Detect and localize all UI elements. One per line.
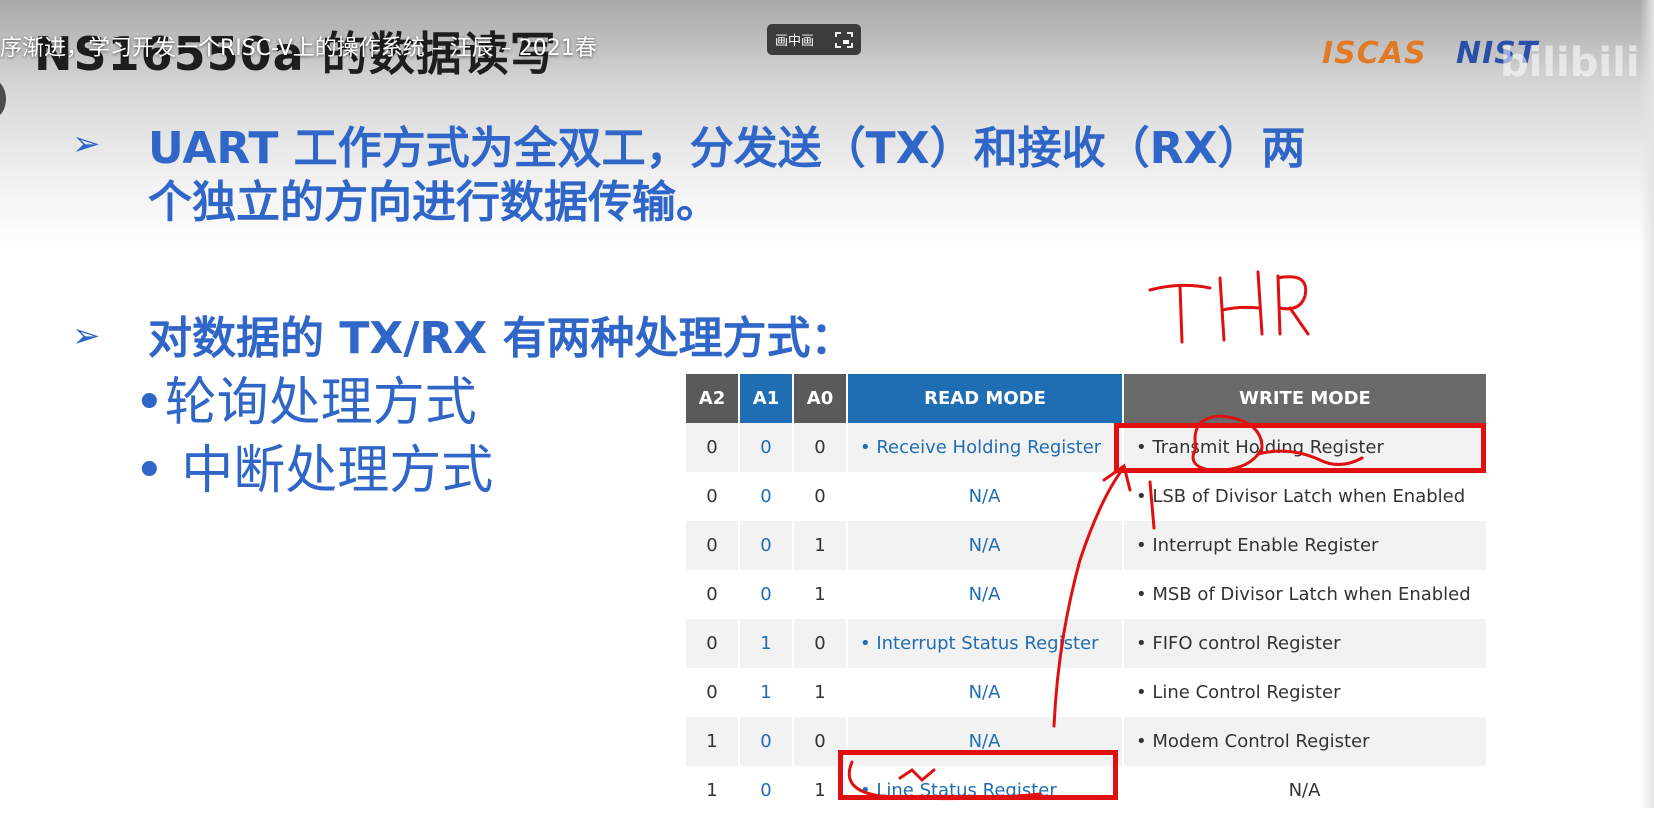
pip-label: 画中画: [775, 34, 815, 49]
cell-write: • LSB of Divisor Latch when Enabled: [1123, 472, 1488, 521]
lsr-highlight-box: [838, 750, 1118, 800]
cell-a1: 0: [739, 423, 794, 472]
sub-bullet-polling: •轮询处理方式: [134, 373, 477, 433]
slide-right-edge: [1640, 0, 1654, 808]
bullet-arrow-icon: ➢: [72, 316, 101, 356]
cell-read: N/A: [847, 570, 1124, 619]
sub-bullet-interrupt: • 中断处理方式: [134, 441, 494, 501]
handwritten-thr-annotation: [1148, 270, 1310, 344]
cell-a1: 1: [739, 668, 794, 717]
cell-read: N/A: [847, 668, 1124, 717]
cell-a0: 0: [793, 472, 848, 521]
cell-a2: 0: [686, 619, 740, 668]
cell-a2: 1: [686, 717, 740, 766]
bullet-uart-line2: 个独立的方向进行数据传输。: [148, 177, 720, 228]
table-row: 0 0 1 N/A • MSB of Divisor Latch when En…: [686, 570, 1488, 619]
cell-write: • Line Control Register: [1123, 668, 1488, 717]
cell-write: • MSB of Divisor Latch when Enabled: [1123, 570, 1488, 619]
cell-read: N/A: [847, 521, 1124, 570]
table-row: 0 1 0 • Interrupt Status Register • FIFO…: [686, 619, 1488, 668]
table-header-row: A2 A1 A0 READ MODE WRITE MODE: [686, 374, 1488, 423]
cell-a0: 1: [793, 668, 848, 717]
pip-icon: [835, 31, 853, 48]
cell-read: N/A: [847, 472, 1124, 521]
cell-a0: 1: [793, 521, 848, 570]
picture-in-picture-button[interactable]: 画中画: [767, 24, 861, 55]
bullet-uart-line1: UART 工作方式为全双工，分发送（TX）和接收（RX）两: [148, 123, 1306, 174]
cell-read: • Receive Holding Register: [847, 423, 1124, 472]
table-row: 0 0 0 N/A • LSB of Divisor Latch when En…: [686, 472, 1488, 521]
cell-a1: 0: [739, 472, 794, 521]
table-row: 0 1 1 N/A • Line Control Register: [686, 668, 1488, 717]
cell-write: • FIFO control Register: [1123, 619, 1488, 668]
cell-write: • Modem Control Register: [1123, 717, 1488, 766]
bilibili-watermark: bilibili: [1500, 40, 1640, 86]
header-write-mode: WRITE MODE: [1123, 374, 1488, 423]
thr-highlight-box: [1114, 423, 1486, 473]
cell-read: • Interrupt Status Register: [847, 619, 1124, 668]
cell-a1: 0: [739, 717, 794, 766]
cell-write: • Interrupt Enable Register: [1123, 521, 1488, 570]
header-read-mode: READ MODE: [847, 374, 1124, 423]
cell-a2: 0: [686, 423, 740, 472]
cell-a1: 1: [739, 619, 794, 668]
bullet-txrx-modes: 对数据的 TX/RX 有两种处理方式：: [148, 313, 855, 364]
cell-a0: 0: [793, 423, 848, 472]
cell-a0: 1: [793, 570, 848, 619]
iscas-logo: ISCAS: [1322, 36, 1427, 71]
header-a0: A0: [793, 374, 848, 423]
cell-a1: 0: [739, 570, 794, 619]
bullet-arrow-icon: ➢: [72, 124, 101, 164]
table-row: 0 0 1 N/A • Interrupt Enable Register: [686, 521, 1488, 570]
header-a2: A2: [686, 374, 740, 423]
cell-a2: 0: [686, 668, 740, 717]
cell-a2: 0: [686, 472, 740, 521]
cell-a2: 0: [686, 521, 740, 570]
header-a1: A1: [739, 374, 794, 423]
video-overlay-title: 序渐进，学习开发一个RISC-V上的操作系统 – 汪辰 – 2021春: [0, 36, 597, 61]
cell-a0: 0: [793, 619, 848, 668]
cell-a2: 0: [686, 570, 740, 619]
cell-a1: 0: [739, 521, 794, 570]
